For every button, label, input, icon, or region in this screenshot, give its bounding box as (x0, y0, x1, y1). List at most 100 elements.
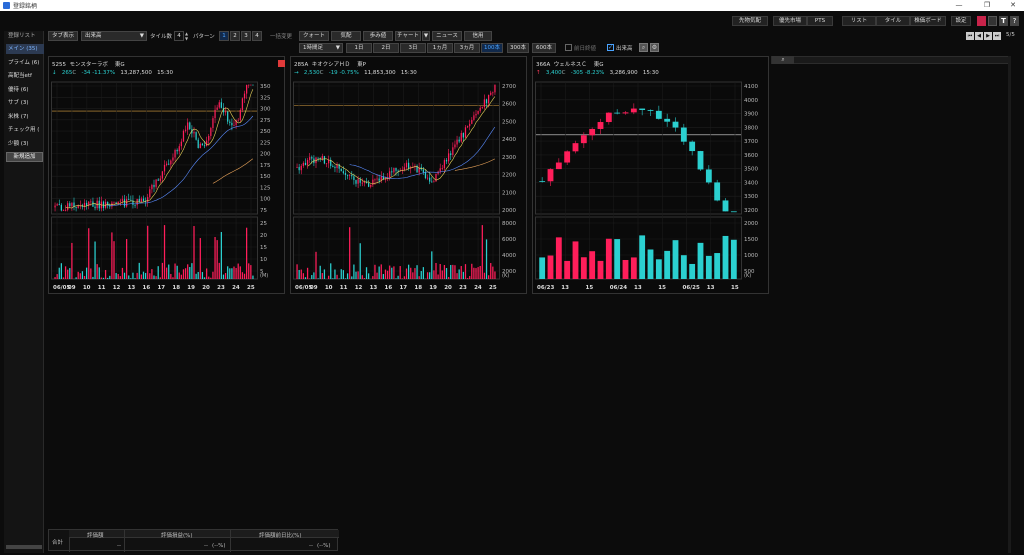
candle-body (450, 153, 452, 155)
tab-display-button[interactable]: タブ表示 (48, 31, 78, 41)
candle-body (123, 199, 126, 207)
main-scrollbar[interactable] (1008, 56, 1011, 553)
candle-body (216, 107, 218, 110)
candle-body (456, 139, 458, 145)
volume-bar (479, 265, 481, 279)
sidebar-item-sub[interactable]: サブ (3) (6, 98, 44, 108)
volume-bar (376, 272, 378, 279)
tile-count-stepper[interactable]: ▲ ▼ (185, 31, 190, 41)
period-1m-button[interactable]: 1ヵ月 (427, 43, 453, 53)
sidebar-item-yutai[interactable]: 優待 (6) (6, 85, 44, 95)
pattern-1-button[interactable]: 1 (219, 31, 229, 41)
volume-bar (311, 275, 313, 279)
candle-body (395, 167, 397, 171)
volume-bar (494, 271, 496, 279)
preferred-market-button[interactable]: 優先市場 (773, 16, 807, 26)
screenshot-icon[interactable] (988, 16, 997, 26)
sidebar-item-prime[interactable]: プライム (6) (6, 58, 44, 68)
futures-quote-button[interactable]: 先物気配 (732, 16, 768, 26)
pts-button[interactable]: PTS (807, 16, 833, 26)
candle-body (241, 98, 244, 110)
price-chart[interactable]: 4100 4000 3900 3800 3700 3600 3500 3400 3300 3200… (535, 80, 768, 293)
sidebar-item-main[interactable]: メイン (35) (6, 44, 44, 54)
candle-body (210, 127, 212, 136)
period-2d-button[interactable]: 2日 (373, 43, 399, 53)
close-button[interactable]: ✕ (1004, 0, 1022, 11)
volume-bar (58, 267, 60, 279)
chart-menu-chevron-icon[interactable]: ▼ (422, 31, 430, 41)
zoom-icon[interactable]: ⌕ (639, 43, 648, 52)
tab-news[interactable]: ニュース (432, 31, 462, 41)
list-view-button[interactable]: リスト (842, 16, 876, 26)
settings-button[interactable]: 設定 (951, 16, 971, 26)
pattern-4-button[interactable]: 4 (252, 31, 262, 41)
volume-bar (547, 255, 554, 279)
maximize-button[interactable]: ❐ (978, 0, 996, 11)
tab-chart[interactable]: チャート (395, 31, 421, 41)
volume-bar (431, 251, 433, 279)
price-chart[interactable]: 2700 2600 2500 2400 2300 2200 2100 2000 8000 6000… (293, 80, 526, 293)
volume-bar (363, 278, 366, 279)
candle-body (672, 121, 679, 128)
price-tick-label: 3300 (744, 194, 758, 200)
text-size-icon[interactable]: T (999, 16, 1008, 26)
volume-bar (353, 264, 355, 279)
count-600-button[interactable]: 600本 (532, 43, 556, 53)
count-300-button[interactable]: 300本 (507, 43, 529, 53)
next-page-icon[interactable]: ▶ (984, 32, 992, 40)
volume-bar (218, 262, 220, 279)
pattern-2-button[interactable]: 2 (230, 31, 240, 41)
tab-margin[interactable]: 信用 (464, 31, 492, 41)
first-page-icon[interactable]: ⏮ (966, 32, 974, 40)
volume-bar (92, 276, 94, 279)
add-list-button[interactable]: 新規追加 (6, 152, 43, 162)
volume-checkbox[interactable]: ✓ (607, 44, 614, 51)
stock-tile[interactable]: 5255 モンスターラボ 東G ↓ 265C -34 -11.37% 13,28… (48, 56, 285, 294)
sort-select[interactable]: 出来高 ▼ (81, 31, 147, 41)
price-tick-label: 2400 (502, 137, 516, 143)
stock-tile[interactable]: 366A ウェルネスＣ 東G ↑ 3,400C -305 -8.23% 3,28… (532, 56, 769, 294)
period-1d-button[interactable]: 1日 (346, 43, 372, 53)
stock-tile[interactable]: 285A キオクシアＨＤ 東P → 2,530C -19 -0.75% 11,8… (290, 56, 527, 294)
count-100-button[interactable]: 100本 (481, 43, 503, 53)
last-page-icon[interactable]: ⏭ (993, 32, 1001, 40)
price-tick-label: 275 (260, 118, 271, 124)
tab-ticks[interactable]: 歩み値 (363, 31, 393, 41)
price-tick-label: 2200 (502, 173, 516, 179)
period-3m-button[interactable]: 3ヵ月 (454, 43, 480, 53)
tab-quote[interactable]: クォート (299, 31, 329, 41)
pattern-3-button[interactable]: 3 (241, 31, 251, 41)
volume-bar (403, 276, 406, 279)
candle-body (170, 160, 172, 165)
sidebar-item-check[interactable]: チェック用 ( (6, 125, 44, 135)
help-icon[interactable]: ? (1010, 16, 1019, 26)
minimize-button[interactable]: — (950, 0, 968, 11)
tab-board[interactable]: 気配 (331, 31, 361, 41)
sidebar-scrollbar[interactable] (6, 545, 42, 549)
chevron-down-icon: ▼ (335, 45, 340, 51)
candle-body (466, 126, 469, 128)
search-icon[interactable]: ⌕ (772, 56, 794, 64)
pen-icon[interactable] (977, 16, 986, 26)
tile-view-button[interactable]: タイル (876, 16, 910, 26)
prev-page-icon[interactable]: ◀ (975, 32, 983, 40)
stock-board-button[interactable]: 株価ボード (910, 16, 946, 26)
volume-bar (605, 238, 612, 279)
chart-type-select[interactable]: 1時間足 ▼ (299, 43, 343, 53)
pre-close-checkbox[interactable] (565, 44, 572, 51)
volume-bar (142, 271, 145, 279)
volume-bar (481, 225, 483, 279)
alert-icon[interactable] (278, 60, 285, 67)
volume-bar (153, 275, 155, 279)
sidebar-item-high-dividend[interactable]: 高配当etf (6, 71, 44, 81)
candle-body (302, 162, 304, 166)
volume-bar (237, 263, 239, 279)
sidebar-item-us-stocks[interactable]: 米株 (7) (6, 112, 44, 122)
candle-body (193, 132, 195, 134)
sidebar-item-small[interactable]: 少額 (3) (6, 139, 44, 149)
period-3d-button[interactable]: 3日 (400, 43, 426, 53)
tile-count-input[interactable]: 4 (174, 31, 184, 41)
gear-icon[interactable]: ⚙ (650, 43, 659, 52)
candle-body (94, 206, 96, 209)
price-chart[interactable]: 350 325 300 275 250 225 200 175 150 125 100 75 25 20 1… (51, 80, 284, 293)
